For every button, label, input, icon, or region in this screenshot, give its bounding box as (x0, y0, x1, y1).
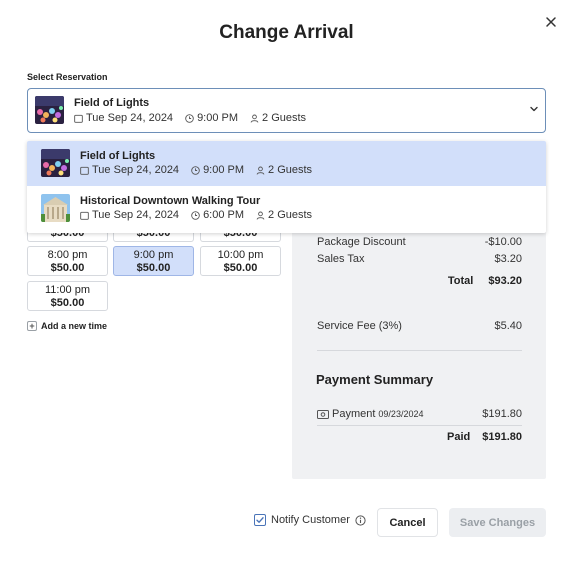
person-icon (250, 114, 259, 123)
dropdown-option-field-of-lights[interactable]: Field of Lights Tue Sep 24, 2024 9:00 PM… (27, 141, 546, 186)
cash-icon (317, 409, 329, 419)
plus-icon: + (27, 321, 37, 331)
info-icon[interactable] (355, 514, 366, 526)
divider (317, 350, 522, 351)
paid-row: Paid $191.80 (447, 431, 522, 443)
time-slot[interactable]: 8:00 pm $50.00 (27, 246, 108, 276)
dropdown-option-historical-downtown-walking-tour[interactable]: Historical Downtown Walking Tour Tue Sep… (27, 186, 546, 231)
time-slot[interactable]: 10:00 pm $50.00 (200, 246, 281, 276)
payment-row: Payment 09/23/2024 $191.80 (317, 408, 522, 420)
reservation-select[interactable]: Field of Lights Tue Sep 24, 2024 9:00 PM… (27, 88, 546, 133)
divider (317, 425, 522, 426)
selected-time: 9:00 PM (197, 112, 239, 124)
add-new-time-label: Add a new time (41, 321, 108, 331)
payment-summary-title: Payment Summary (316, 372, 434, 387)
calendar-icon (80, 166, 89, 175)
option-name: Historical Downtown Walking Tour (80, 195, 261, 207)
service-fee-row: Service Fee (3%) $5.40 (317, 320, 522, 332)
dialog-title: Change Arrival (219, 22, 354, 43)
checkmark-icon (256, 517, 264, 523)
notify-checkbox[interactable] (254, 514, 266, 526)
person-icon (256, 211, 265, 220)
clock-icon (185, 113, 194, 123)
time-slot-selected[interactable]: 9:00 pm $50.00 (113, 246, 194, 276)
close-icon[interactable] (543, 14, 559, 30)
selected-guests: 2 Guests (262, 112, 307, 124)
package-discount-row: Package Discount -$10.00 (317, 236, 522, 248)
clock-icon (191, 210, 200, 220)
add-new-time-button[interactable]: + Add a new time (27, 321, 107, 331)
walking-tour-thumbnail (41, 194, 70, 222)
selected-reservation-name: Field of Lights (74, 97, 150, 109)
calendar-icon (74, 114, 83, 123)
time-slot[interactable]: 11:00 pm $50.00 (27, 281, 108, 311)
notify-customer-toggle[interactable]: Notify Customer (254, 514, 366, 526)
reservation-dropdown: Field of Lights Tue Sep 24, 2024 9:00 PM… (27, 141, 546, 233)
cancel-button[interactable]: Cancel (377, 508, 438, 537)
total-row: Total $93.20 (447, 275, 522, 287)
save-changes-button[interactable]: Save Changes (449, 508, 546, 537)
selected-reservation-meta: Tue Sep 24, 2024 9:00 PM 2 Guests (74, 112, 314, 124)
field-of-lights-thumbnail (41, 149, 70, 177)
person-icon (256, 166, 265, 175)
sales-tax-row: Sales Tax $3.20 (317, 253, 522, 265)
option-name: Field of Lights (80, 150, 156, 162)
clock-icon (191, 165, 200, 175)
notify-customer-label: Notify Customer (271, 514, 350, 526)
selected-date: Tue Sep 24, 2024 (86, 112, 174, 124)
calendar-icon (80, 211, 89, 220)
chevron-down-icon[interactable] (529, 104, 539, 114)
field-of-lights-thumbnail (35, 96, 64, 124)
option-meta: Tue Sep 24, 2024 6:00 PM 2 Guests (80, 209, 320, 221)
option-meta: Tue Sep 24, 2024 9:00 PM 2 Guests (80, 164, 320, 176)
select-reservation-label: Select Reservation (27, 72, 108, 82)
order-summary-panel: Package Discount -$10.00 Sales Tax $3.20… (292, 228, 546, 479)
